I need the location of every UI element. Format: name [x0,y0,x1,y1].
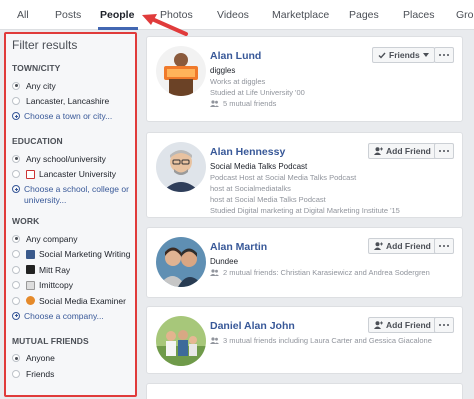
company-logo-icon [26,280,35,290]
tab-groups[interactable]: Gro [456,9,474,21]
more-options-button[interactable] [434,47,454,63]
result-card: Alan Lund diggles Works at diggles Studi… [146,36,463,122]
avatar[interactable] [156,237,206,287]
friends-icon [210,269,219,276]
avatar[interactable] [156,142,206,192]
friends-icon [210,100,219,107]
mutual-friends[interactable]: 3 mutual friends including Laura Carter … [210,336,432,345]
filter-option-imittcopy[interactable]: Imittcopy [12,278,129,294]
result-detail: host at Social Media Talks Podcast [210,195,326,204]
result-card: Alan Martin Dundee 2 mutual friends: Chr… [146,227,463,298]
profile-photo-icon [156,46,206,96]
filter-option-social-marketing-writing[interactable]: Social Marketing Writing [12,247,131,263]
choose-town-link[interactable]: Choose a town or city... [12,111,129,122]
mutual-friends-heading: MUTUAL FRIENDS [12,335,89,346]
company-logo-icon [26,296,35,306]
filter-option-mitt-ray[interactable]: Mitt Ray [12,262,129,278]
radio-icon[interactable] [12,369,20,378]
filter-option-lancaster[interactable]: Lancaster, Lancashire [12,94,129,110]
filter-results-panel: Filter results TOWN/CITY Any city Lancas… [4,32,137,397]
add-friend-button[interactable]: Add Friend [368,238,437,254]
company-logo-icon [26,265,35,275]
more-icon [438,53,450,57]
add-friend-button[interactable]: Add Friend [368,317,437,333]
radio-selected-icon[interactable] [12,354,20,363]
plus-circle-icon [12,185,20,193]
choose-school-link[interactable]: Choose a school, college or university..… [12,184,129,206]
tab-videos[interactable]: Videos [217,9,249,21]
radio-icon[interactable] [12,170,20,179]
avatar[interactable] [156,316,206,366]
profile-photo-icon [156,142,206,192]
result-card: Daniel Alan John 3 mutual friends includ… [146,306,463,374]
more-options-button[interactable] [434,143,454,159]
check-icon [378,52,386,59]
filter-option-friends[interactable]: Friends [12,366,129,382]
more-options-button[interactable] [434,238,454,254]
add-friend-icon [374,242,383,250]
education-heading: EDUCATION [12,136,63,146]
filter-option-social-media-examiner[interactable]: Social Media Examiner [12,293,129,309]
result-subtitle: diggles [210,66,236,75]
filter-option-lancaster-university[interactable]: Lancaster University [12,167,129,183]
radio-icon[interactable] [12,265,20,274]
radio-icon[interactable] [12,296,20,305]
mutual-friends[interactable]: 2 mutual friends: Christian Karasiewicz … [210,268,430,277]
work-heading: WORK [12,216,40,226]
radio-selected-icon[interactable] [12,154,20,163]
result-subtitle: Social Media Talks Podcast [210,162,308,171]
tab-pages[interactable]: Pages [349,9,379,21]
avatar[interactable] [156,46,206,96]
profile-photo-icon [156,316,206,366]
add-friend-icon [374,321,383,329]
result-detail: host at Socialmediatalks [210,184,291,193]
tab-marketplace[interactable]: Marketplace [272,9,329,21]
mutual-friends[interactable]: 5 mutual friends [210,99,305,108]
radio-icon[interactable] [12,97,20,106]
filter-option-any-company[interactable]: Any company [12,231,129,247]
active-tab-indicator [98,27,138,30]
result-subtitle: Dundee [210,257,239,266]
search-tabs-bar: All Posts People Photos Videos Marketpla… [0,0,474,30]
friends-icon [210,337,219,344]
university-logo-icon [26,169,35,179]
filter-title: Filter results [12,38,78,52]
result-card [146,383,463,399]
result-card: Alan Hennessy Social Media Talks Podcast… [146,132,463,218]
chevron-down-icon [422,53,429,57]
filter-option-any-school[interactable]: Any school/university [12,151,129,167]
tab-people[interactable]: People [100,9,134,21]
plus-circle-icon [12,311,20,320]
more-icon [438,149,450,153]
more-icon [438,244,450,248]
result-name[interactable]: Alan Lund [210,50,305,62]
radio-selected-icon[interactable] [12,81,20,90]
result-detail: Podcast Host at Social Media Talks Podca… [210,173,357,182]
friends-button[interactable]: Friends [372,47,435,63]
more-icon [438,323,450,327]
radio-selected-icon[interactable] [12,234,20,243]
more-options-button[interactable] [434,317,454,333]
town-city-heading: TOWN/CITY [12,63,61,73]
tab-places[interactable]: Places [403,9,435,21]
result-detail: Works at diggles [210,77,266,86]
profile-photo-icon [156,237,206,287]
company-logo-icon [26,249,35,259]
filter-option-anyone[interactable]: Anyone [12,351,129,367]
result-detail: Studied Digital marketing at Digital Mar… [210,206,400,215]
tab-posts[interactable]: Posts [55,9,81,21]
tab-all[interactable]: All [17,9,29,21]
filter-option-any-city[interactable]: Any city [12,78,129,94]
plus-circle-icon [12,112,20,120]
choose-company-link[interactable]: Choose a company... [12,311,129,322]
add-friend-icon [374,147,383,155]
add-friend-button[interactable]: Add Friend [368,143,437,159]
radio-icon[interactable] [12,250,20,259]
result-detail: Studied at Life University '00 [210,88,305,97]
radio-icon[interactable] [12,281,20,290]
